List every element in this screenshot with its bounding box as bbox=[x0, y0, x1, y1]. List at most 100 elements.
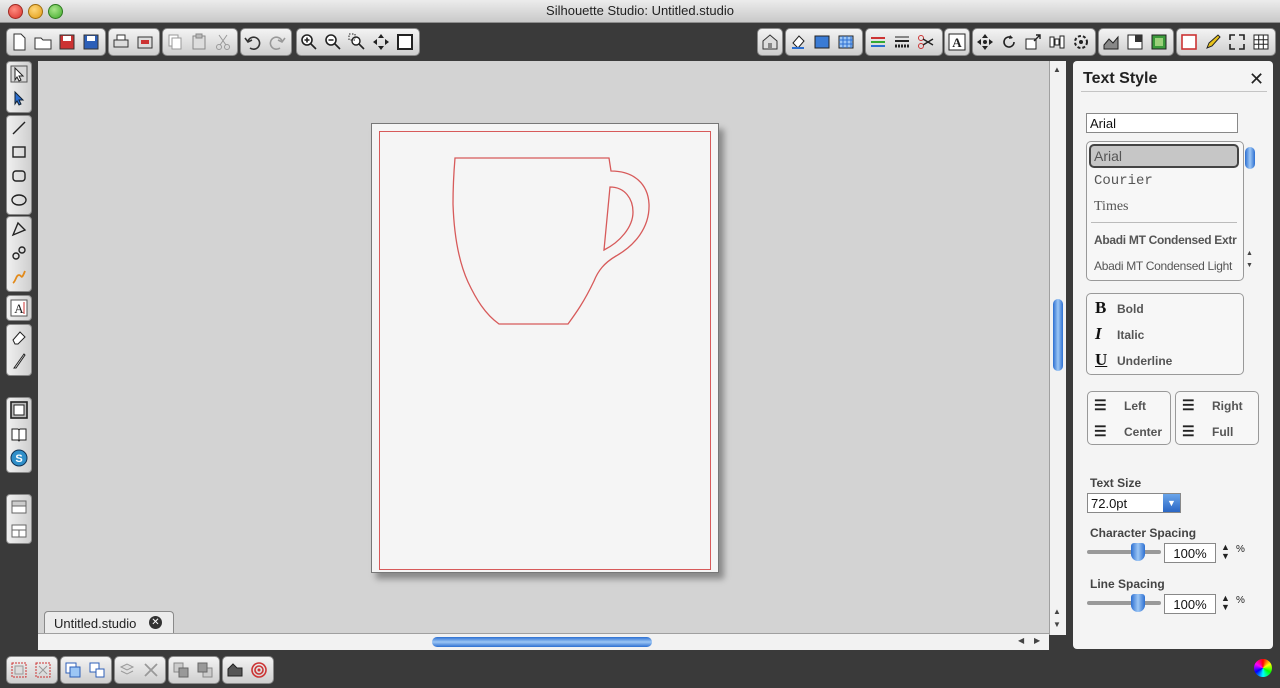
zoom-in-icon[interactable] bbox=[298, 31, 320, 53]
line-color-icon[interactable] bbox=[867, 31, 889, 53]
font-list[interactable]: Arial Courier Times Abadi MT Condensed E… bbox=[1086, 141, 1244, 281]
font-item-abadi-extra[interactable]: Abadi MT Condensed Extr bbox=[1094, 233, 1236, 247]
save-to-library-icon[interactable] bbox=[80, 31, 102, 53]
fill-color-icon[interactable] bbox=[787, 31, 809, 53]
rectangle-tool-icon[interactable] bbox=[7, 140, 31, 164]
scale-icon[interactable] bbox=[1022, 31, 1044, 53]
new-document-icon[interactable] bbox=[8, 31, 30, 53]
line-tool-icon[interactable] bbox=[7, 116, 31, 140]
char-spacing-stepper[interactable]: ▲▼ bbox=[1221, 543, 1230, 561]
font-scroll-up-icon[interactable]: ▲ bbox=[1246, 250, 1253, 257]
replicate-icon[interactable] bbox=[1070, 31, 1092, 53]
scroll-down-icon[interactable]: ▼ bbox=[1053, 620, 1061, 629]
redo-icon[interactable] bbox=[266, 31, 288, 53]
split-view-side-icon[interactable] bbox=[7, 519, 31, 543]
ungroup-icon[interactable] bbox=[32, 659, 54, 681]
char-spacing-slider[interactable] bbox=[1087, 550, 1161, 554]
horizontal-scrollbar[interactable]: ◀ ▶ bbox=[38, 633, 1049, 650]
char-spacing-knob[interactable] bbox=[1131, 543, 1145, 561]
undo-icon[interactable] bbox=[242, 31, 264, 53]
online-store-icon[interactable]: S bbox=[7, 446, 31, 470]
cut-icon[interactable] bbox=[212, 31, 234, 53]
fill-pattern-icon[interactable] bbox=[835, 31, 857, 53]
paste-icon[interactable] bbox=[188, 31, 210, 53]
font-item-courier[interactable]: Courier bbox=[1094, 173, 1153, 189]
release-compound-icon[interactable] bbox=[86, 659, 108, 681]
font-item-abadi-light[interactable]: Abadi MT Condensed Light bbox=[1094, 259, 1232, 273]
line-spacing-slider[interactable] bbox=[1087, 601, 1161, 605]
mug-shape[interactable] bbox=[372, 124, 718, 572]
scroll-up-bottom-icon[interactable]: ▲ bbox=[1053, 607, 1061, 616]
cut-style-icon[interactable] bbox=[915, 31, 937, 53]
align-icon[interactable] bbox=[1046, 31, 1068, 53]
rounded-rectangle-tool-icon[interactable] bbox=[7, 164, 31, 188]
line-style-icon[interactable] bbox=[891, 31, 913, 53]
edit-points-icon[interactable] bbox=[7, 86, 31, 110]
send-to-back-icon[interactable] bbox=[194, 659, 216, 681]
font-scroll-down-icon[interactable]: ▼ bbox=[1246, 262, 1253, 269]
duplicate-icon[interactable] bbox=[116, 659, 138, 681]
fit-page-icon[interactable] bbox=[394, 31, 416, 53]
fullscreen-icon[interactable] bbox=[1226, 31, 1248, 53]
zoom-select-icon[interactable] bbox=[346, 31, 368, 53]
eraser-tool-icon[interactable] bbox=[7, 325, 31, 349]
polygon-tool-icon[interactable] bbox=[7, 217, 31, 241]
line-spacing-input[interactable]: 100% bbox=[1164, 594, 1216, 614]
bring-to-front-icon[interactable] bbox=[170, 659, 192, 681]
split-view-top-icon[interactable] bbox=[7, 495, 31, 519]
font-list-scrollbar[interactable]: ▲ ▼ bbox=[1243, 141, 1259, 279]
design-page[interactable] bbox=[371, 123, 719, 573]
font-search-input[interactable]: Arial bbox=[1086, 113, 1238, 133]
scroll-up-icon[interactable]: ▲ bbox=[1053, 65, 1061, 74]
zoom-out-icon[interactable] bbox=[322, 31, 344, 53]
horizontal-scroll-thumb[interactable] bbox=[432, 637, 652, 647]
sketch-icon[interactable] bbox=[1202, 31, 1224, 53]
font-list-scroll-thumb[interactable] bbox=[1245, 147, 1255, 169]
align-center-option[interactable]: ☰Center bbox=[1094, 423, 1162, 440]
make-compound-icon[interactable] bbox=[62, 659, 84, 681]
align-full-option[interactable]: ☰Full bbox=[1182, 423, 1233, 440]
text-style-icon[interactable]: A bbox=[946, 31, 968, 53]
rotate-icon[interactable] bbox=[998, 31, 1020, 53]
grid-icon[interactable] bbox=[1250, 31, 1272, 53]
align-right-option[interactable]: ☰Right bbox=[1182, 397, 1243, 414]
bold-option[interactable]: BBold bbox=[1095, 298, 1144, 318]
underline-option[interactable]: UUnderline bbox=[1095, 350, 1172, 370]
font-item-arial[interactable]: Arial bbox=[1094, 148, 1122, 164]
copy-icon[interactable] bbox=[164, 31, 186, 53]
tab-close-icon[interactable]: ✕ bbox=[149, 616, 162, 629]
char-spacing-input[interactable]: 100% bbox=[1164, 543, 1216, 563]
offset-icon[interactable] bbox=[1100, 31, 1122, 53]
trace-icon[interactable] bbox=[1124, 31, 1146, 53]
curve-tool-icon[interactable] bbox=[7, 241, 31, 265]
panel-close-icon[interactable]: ✕ bbox=[1249, 70, 1264, 88]
align-left-option[interactable]: ☰Left bbox=[1094, 397, 1146, 414]
design-page-icon[interactable] bbox=[7, 398, 31, 422]
open-folder-icon[interactable] bbox=[32, 31, 54, 53]
page-setup-icon[interactable] bbox=[1178, 31, 1200, 53]
select-tool-icon[interactable] bbox=[7, 62, 31, 86]
print-icon[interactable] bbox=[110, 31, 132, 53]
vertical-scrollbar[interactable]: ▲ ▲ ▼ bbox=[1049, 61, 1066, 635]
line-spacing-knob[interactable] bbox=[1131, 594, 1145, 612]
library-book-icon[interactable] bbox=[7, 422, 31, 446]
save-icon[interactable] bbox=[56, 31, 78, 53]
freehand-tool-icon[interactable] bbox=[7, 265, 31, 289]
cut-settings-printer-icon[interactable] bbox=[134, 31, 156, 53]
color-picker-icon[interactable] bbox=[1254, 659, 1272, 677]
document-tab[interactable]: Untitled.studio ✕ bbox=[44, 611, 174, 634]
weld-icon[interactable] bbox=[224, 659, 246, 681]
media-icon[interactable] bbox=[1148, 31, 1170, 53]
fill-gradient-icon[interactable] bbox=[811, 31, 833, 53]
scroll-left-icon[interactable]: ◀ bbox=[1018, 636, 1024, 645]
registration-marks-icon[interactable] bbox=[248, 659, 270, 681]
italic-option[interactable]: IItalic bbox=[1095, 324, 1144, 344]
delete-icon[interactable] bbox=[140, 659, 162, 681]
line-spacing-stepper[interactable]: ▲▼ bbox=[1221, 594, 1230, 612]
ellipse-tool-icon[interactable] bbox=[7, 188, 31, 212]
move-icon[interactable] bbox=[974, 31, 996, 53]
scroll-right-icon[interactable]: ▶ bbox=[1034, 636, 1040, 645]
font-item-times[interactable]: Times bbox=[1094, 199, 1129, 215]
knife-tool-icon[interactable] bbox=[7, 349, 31, 373]
pan-icon[interactable] bbox=[370, 31, 392, 53]
